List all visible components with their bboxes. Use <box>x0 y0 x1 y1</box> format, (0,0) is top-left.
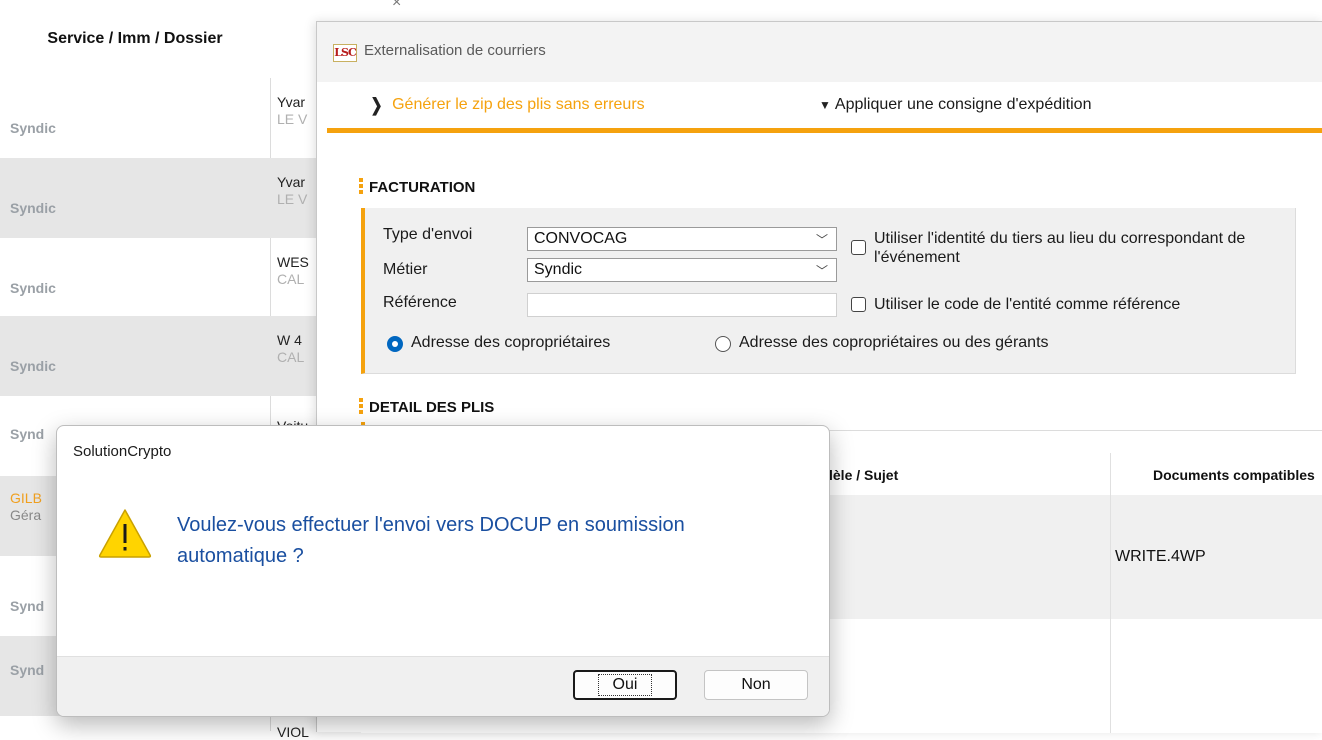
section-title: FACTURATION <box>369 178 476 196</box>
table-row[interactable]: Syndic WES CAL <box>0 238 320 318</box>
column-divider <box>1110 453 1111 733</box>
row-service: Synd <box>10 662 45 678</box>
toolbar-accent-line <box>327 128 1322 133</box>
radio-adresse-gerants[interactable] <box>715 336 731 352</box>
metier-label: Métier <box>383 261 428 278</box>
chevron-down-icon: ▼ <box>819 98 831 112</box>
row-sub: CAL <box>277 349 305 365</box>
type-envoi-value: CONVOCAG <box>534 230 628 247</box>
yes-button[interactable]: Oui <box>573 670 677 700</box>
apply-consigne-label: Appliquer une consigne d'expédition <box>834 96 1092 113</box>
row-name: WES <box>277 254 309 270</box>
cell-documents: WRITE.4WP <box>1115 548 1206 565</box>
section-marker <box>359 398 363 416</box>
metier-value: Syndic <box>534 261 583 278</box>
row-name: Yvar <box>277 174 306 190</box>
type-envoi-label: Type d'envoi <box>383 226 473 243</box>
code-entite-label: Utiliser le code de l'entité comme référ… <box>874 296 1181 313</box>
column-header-modele[interactable]: lèle / Sujet <box>829 467 898 483</box>
row-name: VIOL <box>277 724 309 740</box>
reference-label: Référence <box>383 294 457 311</box>
table-row[interactable]: Syndic Yvar LE V <box>0 158 320 238</box>
row-name: Yvar <box>277 94 306 110</box>
row-name: GILB <box>10 490 42 506</box>
row-service: Syndic <box>10 200 56 216</box>
close-icon: × <box>392 0 402 11</box>
code-entite-checkbox[interactable] <box>851 297 866 312</box>
row-service: Syndic <box>10 280 56 296</box>
row-sub: Géra <box>10 507 42 523</box>
app-logo: LSC <box>333 44 357 62</box>
reference-input[interactable] <box>527 293 837 317</box>
dialog-message: Voulez-vous effectuer l'envoi vers DOCUP… <box>177 514 685 567</box>
row-service: Syndic <box>10 120 56 136</box>
row-name: W 4 <box>277 332 302 348</box>
generate-zip-button[interactable]: ❯ Générer le zip des plis sans erreurs <box>369 94 645 116</box>
column-header-service[interactable]: Service / Imm / Dossier <box>0 0 270 78</box>
row-sub: CAL <box>277 271 305 287</box>
row-sub: LE V <box>277 191 308 207</box>
chevron-down-icon: ﹀ <box>815 264 828 278</box>
chevron-right-icon: ❯ <box>370 94 383 115</box>
type-envoi-select[interactable]: CONVOCAG ﹀ <box>527 227 837 251</box>
identite-tiers-checkbox[interactable] <box>851 240 866 255</box>
radio-adresse-gerants-label: Adresse des copropriétaires ou des géran… <box>739 334 1049 351</box>
window-title: Externalisation de courriers <box>364 42 546 59</box>
generate-zip-label: Générer le zip des plis sans erreurs <box>392 96 645 113</box>
row-service: Syndic <box>10 358 56 374</box>
radio-adresse-copro-label: Adresse des copropriétaires <box>411 334 611 351</box>
confirmation-dialog: SolutionCrypto Voulez-vous effectuer l'e… <box>56 425 830 717</box>
row-service: Synd <box>10 426 45 442</box>
dialog-title: SolutionCrypto <box>73 443 172 460</box>
section-title: DETAIL DES PLIS <box>369 398 495 416</box>
no-button-label: Non <box>741 676 771 693</box>
chevron-down-icon: ﹀ <box>815 233 828 247</box>
section-detail-plis: DETAIL DES PLIS <box>359 398 494 416</box>
table-row[interactable]: Syndic W 4 CAL <box>0 316 320 396</box>
window-titlebar[interactable]: LSC Externalisation de courriers <box>317 22 1322 82</box>
column-header-documents[interactable]: Documents compatibles <box>1153 467 1315 483</box>
warning-icon <box>98 509 152 558</box>
facturation-panel: Type d'envoi CONVOCAG ﹀ Métier Syndic ﹀ … <box>361 208 1296 374</box>
table-row[interactable]: Syndic Yvar LE V <box>0 78 320 158</box>
no-button[interactable]: Non <box>704 670 808 700</box>
yes-button-label: Oui <box>597 674 653 696</box>
section-marker <box>359 178 363 196</box>
section-facturation: FACTURATION <box>359 178 475 196</box>
apply-consigne-button[interactable]: ▼ Appliquer une consigne d'expédition <box>819 94 1091 116</box>
metier-select[interactable]: Syndic ﹀ <box>527 258 837 282</box>
row-service: Synd <box>10 598 45 614</box>
radio-adresse-copro[interactable] <box>387 336 403 352</box>
row-sub: LE V <box>277 111 308 127</box>
identite-tiers-label: Utiliser l'identité du tiers au lieu du … <box>874 230 1246 266</box>
